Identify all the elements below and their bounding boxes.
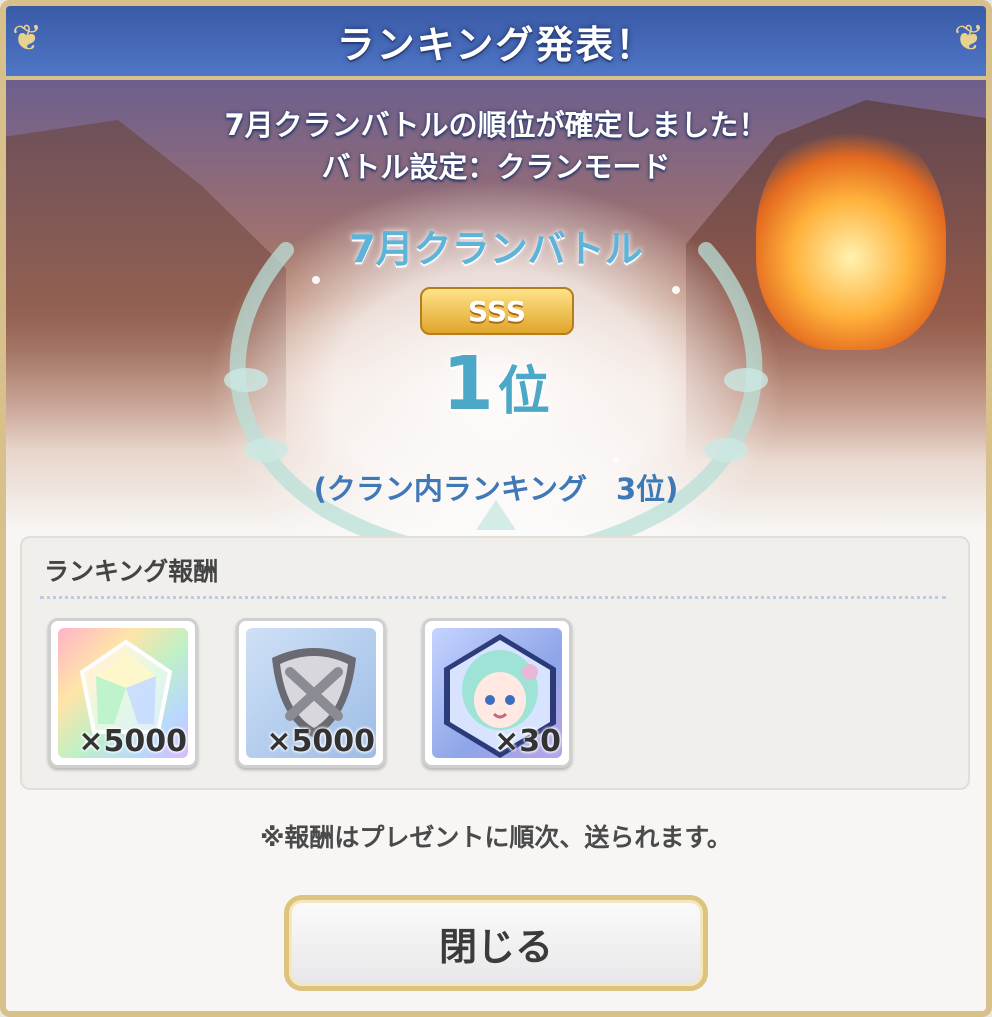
battle-setting: バトル設定：クランモード [321, 150, 671, 184]
close-button[interactable]: 閉じる [284, 895, 708, 991]
rank-display: 1位 [6, 341, 986, 427]
delivery-note: ※報酬はプレゼントに順次、送られます。 [260, 823, 732, 852]
reward-count: ×5000 [78, 724, 187, 759]
reward-item-jewel[interactable]: ×5000 [48, 618, 198, 768]
reward-item-memory-piece[interactable]: ×30 [422, 618, 572, 768]
battle-name: 7月クランバトル [349, 227, 643, 271]
reward-panel: ランキング報酬 ×5000 ×5000 ×30 [20, 536, 970, 790]
rank-suffix: 位 [497, 362, 550, 422]
reward-count: ×5000 [266, 724, 375, 759]
dialog-titlebar: ❦ ランキング発表！ ❦ [6, 6, 986, 80]
clan-internal-rank: (クラン内ランキング 3位) [313, 472, 679, 506]
ranking-dialog: ❦ ランキング発表！ ❦ 7月クランバトルの順位が確定しました！ バトル設定：ク… [0, 0, 992, 1017]
result-message: 7月クランバトルの順位が確定しました！ [224, 108, 768, 142]
reward-count: ×30 [494, 724, 561, 759]
ornament-left-icon: ❦ [12, 18, 43, 59]
dotted-divider [40, 596, 946, 599]
reward-heading: ランキング報酬 [44, 557, 219, 586]
dialog-title: ランキング発表！ [336, 22, 656, 67]
ornament-right-icon: ❦ [954, 18, 985, 59]
reward-item-mana-stone[interactable]: ×5000 [236, 618, 386, 768]
tier-badge: SSS [420, 287, 574, 335]
rank-number: 1 [442, 341, 494, 427]
